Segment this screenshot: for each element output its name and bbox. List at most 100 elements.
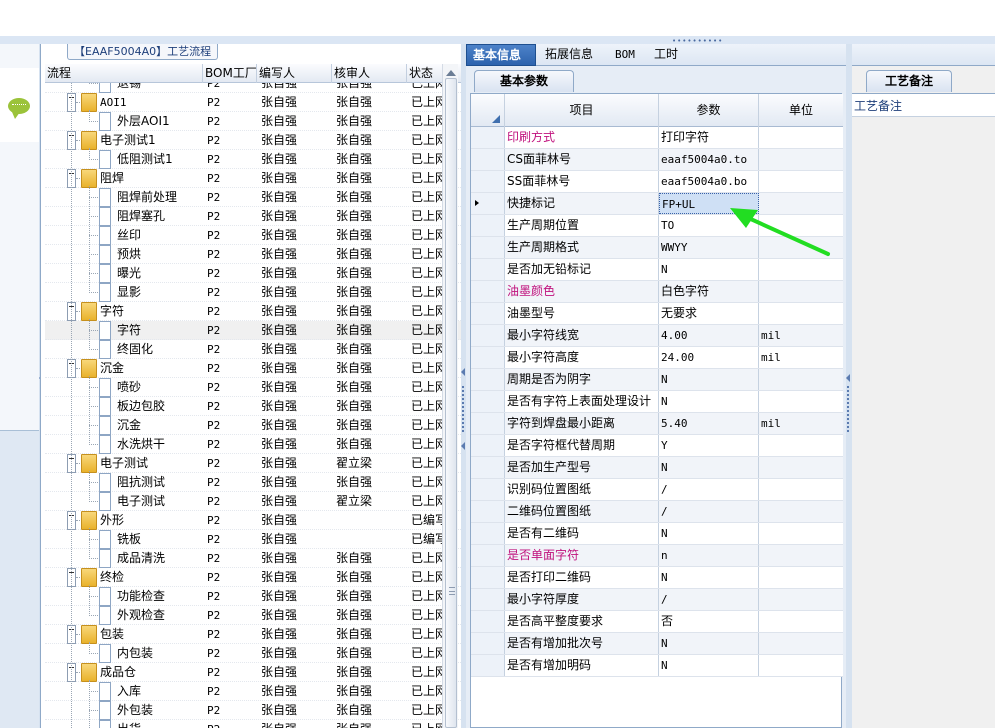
tree-step-row[interactable]: 入库 P2 张自强 张自强 已上网	[45, 682, 461, 701]
tree-step-row[interactable]: 曝光 P2 张自强 张自强 已上网	[45, 264, 461, 283]
param-row[interactable]: 是否有增加批次号 N	[471, 633, 843, 655]
tree-step-row[interactable]: 电子测试 P2 张自强 翟立梁 已上网	[45, 492, 461, 511]
param-value-cell[interactable]: N	[659, 523, 759, 544]
tree-step-row[interactable]: 喷砂 P2 张自强 张自强 已上网	[45, 378, 461, 397]
row-indicator[interactable]	[471, 655, 505, 676]
tree-step-row[interactable]: 丝印 P2 张自强 张自强 已上网	[45, 226, 461, 245]
collapse-arrow-icon[interactable]	[846, 374, 850, 382]
param-row[interactable]: 印刷方式 打印字符	[471, 127, 843, 149]
param-row[interactable]: 最小字符线宽 4.00 mil	[471, 325, 843, 347]
tree-step-row[interactable]: 外观检查 P2 张自强 张自强 已上网	[45, 606, 461, 625]
param-value-cell[interactable]: N	[659, 391, 759, 412]
tree-group-row[interactable]: 沉金 P2 张自强 张自强 已上网	[45, 359, 461, 378]
tree-group-row[interactable]: 包装 P2 张自强 张自强 已上网	[45, 625, 461, 644]
param-row[interactable]: SS面菲林号 eaaf5004a0.bo	[471, 171, 843, 193]
tree-step-row[interactable]: 沉金 P2 张自强 张自强 已上网	[45, 416, 461, 435]
param-row[interactable]: 是否高平整度要求否	[471, 611, 843, 633]
row-indicator[interactable]	[471, 369, 505, 390]
param-value-cell[interactable]: /	[659, 501, 759, 522]
notes-panel-tab[interactable]: 工艺备注	[866, 70, 952, 92]
scroll-up-arrow-icon[interactable]	[446, 70, 456, 76]
expand-arrow-icon[interactable]	[461, 442, 465, 450]
param-value-cell[interactable]: 5.40	[659, 413, 759, 434]
row-indicator[interactable]	[471, 281, 505, 302]
row-indicator[interactable]	[471, 391, 505, 412]
tree-group-row[interactable]: 电子测试 P2 张自强 翟立梁 已上网	[45, 454, 461, 473]
splitter-grip-icon[interactable]	[462, 386, 465, 432]
row-indicator[interactable]	[471, 171, 505, 192]
param-row[interactable]: CS面菲林号 eaaf5004a0.to	[471, 149, 843, 171]
row-indicator[interactable]	[471, 545, 505, 566]
param-row[interactable]: 油墨型号 无要求	[471, 303, 843, 325]
tree-step-row[interactable]: 终固化 P2 张自强 张自强 已上网	[45, 340, 461, 359]
param-value-cell[interactable]: 24.00	[659, 347, 759, 368]
param-row[interactable]: 是否有增加明码 N	[471, 655, 843, 677]
col-header-writer[interactable]: 编写人	[257, 64, 332, 83]
param-value-cell[interactable]: 4.00	[659, 325, 759, 346]
col-header-flow[interactable]: 流程	[45, 64, 203, 83]
param-row[interactable]: 二维码位置图纸 /	[471, 501, 843, 523]
param-value-cell[interactable]: eaaf5004a0.bo	[659, 171, 759, 192]
tree-step-row[interactable]: 铣板 P2 张自强 已编写	[45, 530, 461, 549]
param-value-cell[interactable]: N	[659, 633, 759, 654]
tree-step-row[interactable]: 退锡 P2 张自强 张自强 已上网	[45, 83, 461, 93]
row-indicator[interactable]	[471, 413, 505, 434]
param-row[interactable]: 是否单面字符 n	[471, 545, 843, 567]
row-indicator[interactable]	[471, 149, 505, 170]
col-header-value[interactable]: 参数	[659, 94, 759, 127]
row-indicator[interactable]	[471, 325, 505, 346]
tree-step-row[interactable]: 水洗烘干 P2 张自强 张自强 已上网	[45, 435, 461, 454]
param-value-cell[interactable]: n	[659, 545, 759, 566]
tree-step-row[interactable]: 板边包胶 P2 张自强 张自强 已上网	[45, 397, 461, 416]
tab-extended-info[interactable]: 拓展信息	[539, 44, 605, 66]
splitter-grip-icon[interactable]	[847, 386, 850, 432]
row-indicator[interactable]	[471, 259, 505, 280]
collapse-arrow-icon[interactable]	[461, 368, 465, 376]
row-indicator[interactable]	[471, 523, 505, 544]
param-row[interactable]: 是否字符框代替周期 Y	[471, 435, 843, 457]
param-value-cell[interactable]: 打印字符	[659, 127, 759, 148]
select-all-corner[interactable]	[471, 94, 505, 127]
param-row[interactable]: 是否有二维码 N	[471, 523, 843, 545]
tree-group-row[interactable]: 阻焊 P2 张自强 张自强 已上网	[45, 169, 461, 188]
param-row[interactable]: 识别码位置图纸 /	[471, 479, 843, 501]
tree-step-row[interactable]: 功能检查 P2 张自强 张自强 已上网	[45, 587, 461, 606]
tree-step-row[interactable]: 字符 P2 张自强 张自强 已上网	[45, 321, 461, 340]
tree-step-row[interactable]: 外包装 P2 张自强 张自强 已上网	[45, 701, 461, 720]
param-row[interactable]: 周期是否为阴字 N	[471, 369, 843, 391]
param-row[interactable]: 是否打印二维码 N	[471, 567, 843, 589]
row-indicator[interactable]	[471, 193, 505, 214]
row-indicator[interactable]	[471, 237, 505, 258]
tree-step-row[interactable]: 成品清洗 P2 张自强 张自强 已上网	[45, 549, 461, 568]
param-value-cell[interactable]: /	[659, 479, 759, 500]
param-value-cell[interactable]: N	[659, 369, 759, 390]
param-value-cell[interactable]: N	[659, 567, 759, 588]
tree-step-row[interactable]: 外层AOI1 P2 张自强 张自强 已上网	[45, 112, 461, 131]
col-header-reviewer[interactable]: 核审人	[332, 64, 407, 83]
col-header-unit[interactable]: 单位	[759, 94, 843, 127]
col-header-bom[interactable]: BOM工厂	[203, 64, 257, 83]
tree-group-row[interactable]: AOI1 P2 张自强 张自强 已上网	[45, 93, 461, 112]
row-indicator[interactable]	[471, 303, 505, 324]
param-value-cell[interactable]: /	[659, 589, 759, 610]
row-indicator[interactable]	[471, 127, 505, 148]
tree-group-row[interactable]: 外形 P2 张自强 已编写	[45, 511, 461, 530]
tree-group-row[interactable]: 电子测试1 P2 张自强 张自强 已上网	[45, 131, 461, 150]
tab-work-hours[interactable]: 工时	[648, 44, 688, 66]
param-row[interactable]: 是否有字符上表面处理设计 N	[471, 391, 843, 413]
row-indicator[interactable]	[471, 347, 505, 368]
param-row[interactable]: 最小字符厚度 /	[471, 589, 843, 611]
tree-step-row[interactable]: 出货P2张自强张自强已上网	[45, 720, 461, 728]
row-indicator[interactable]	[471, 633, 505, 654]
row-indicator[interactable]	[471, 501, 505, 522]
col-header-item[interactable]: 项目	[505, 94, 659, 127]
param-value-cell[interactable]: eaaf5004a0.to	[659, 149, 759, 170]
param-value-cell[interactable]: N	[659, 457, 759, 478]
tree-group-row[interactable]: 终检 P2 张自强 张自强 已上网	[45, 568, 461, 587]
tab-basic-info[interactable]: 基本信息	[466, 44, 536, 66]
param-row[interactable]: 字符到焊盘最小距离 5.40 mil	[471, 413, 843, 435]
params-panel-tab[interactable]: 基本参数	[474, 70, 574, 92]
tree-step-row[interactable]: 预烘 P2 张自强 张自强 已上网	[45, 245, 461, 264]
tree-step-row[interactable]: 阻抗测试 P2 张自强 张自强 已上网	[45, 473, 461, 492]
col-header-status[interactable]: 状态	[407, 64, 443, 83]
